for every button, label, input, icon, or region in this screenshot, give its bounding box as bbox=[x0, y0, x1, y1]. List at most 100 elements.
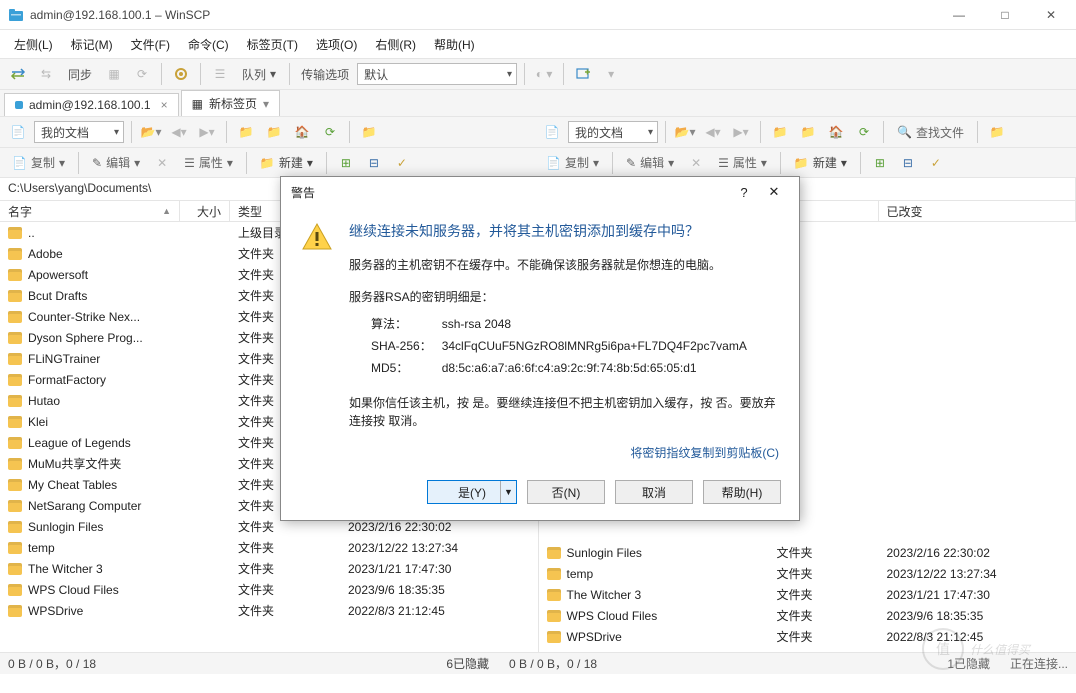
left-location-dropdown[interactable]: 我的文档 bbox=[34, 121, 124, 143]
menu-tabs[interactable]: 标签页(T) bbox=[239, 32, 306, 57]
refresh-icon[interactable]: ⟳ bbox=[318, 120, 342, 144]
table-row[interactable]: temp文件夹2023/12/22 13:27:34 bbox=[539, 563, 1076, 584]
cancel-button[interactable]: 取消 bbox=[615, 480, 693, 504]
menu-right[interactable]: 右侧(R) bbox=[367, 32, 424, 57]
compare-icon[interactable]: ▦ bbox=[102, 62, 126, 86]
yes-button[interactable]: 是(Y)▼ bbox=[427, 480, 517, 504]
sync-folder-icon[interactable]: 📁 bbox=[985, 120, 1009, 144]
menu-options[interactable]: 选项(O) bbox=[308, 32, 365, 57]
warning-dialog: 警告 ? ✕ 继续连接未知服务器，并将其主机密钥添加到缓存中吗？ 服务器的主机密… bbox=[280, 176, 800, 521]
folder-icon bbox=[547, 610, 561, 622]
copy-fingerprint-link[interactable]: 将密钥指纹复制到剪贴板(C) bbox=[349, 444, 779, 462]
col-date[interactable]: 已改变 bbox=[879, 201, 1076, 221]
maximize-button[interactable]: □ bbox=[982, 0, 1028, 30]
folder-tree-icon[interactable]: 📁 bbox=[796, 120, 820, 144]
new-button[interactable]: 📁 新建 ▾ bbox=[788, 152, 853, 173]
menu-command[interactable]: 命令(C) bbox=[180, 32, 237, 57]
find-button[interactable]: 🔍 查找文件 bbox=[891, 122, 970, 143]
page-icon[interactable]: 📄 bbox=[6, 120, 30, 144]
close-button[interactable]: ✕ bbox=[1028, 0, 1074, 30]
sync-grey-icon[interactable]: ⇆ bbox=[34, 62, 58, 86]
separator bbox=[289, 63, 290, 85]
edit-button[interactable]: ✎ 编辑 ▾ bbox=[86, 152, 146, 173]
col-name[interactable]: 名字 ▲ bbox=[0, 201, 180, 221]
monitor-icon bbox=[15, 101, 23, 109]
table-row[interactable]: WPSDrive文件夹2022/8/3 21:12:45 bbox=[539, 626, 1076, 647]
right-location-dropdown[interactable]: 我的文档 bbox=[568, 121, 658, 143]
copy-button[interactable]: 📄 复制 ▾ bbox=[6, 152, 71, 173]
folder-icon bbox=[547, 589, 561, 601]
sync-button[interactable]: 同步 bbox=[62, 64, 98, 85]
menu-left[interactable]: 左侧(L) bbox=[6, 32, 61, 57]
table-row[interactable]: WPS Cloud Files文件夹2023/9/6 18:35:35 bbox=[0, 579, 538, 600]
queue-button[interactable]: 队列 ▾ bbox=[236, 64, 282, 85]
back-icon[interactable]: ◀▾ bbox=[701, 120, 725, 144]
dialog-titlebar[interactable]: 警告 ? ✕ bbox=[281, 177, 799, 207]
sync-arrows-icon[interactable] bbox=[6, 62, 30, 86]
no-button[interactable]: 否(N) bbox=[527, 480, 605, 504]
action-bar: 📄 复制 ▾ ✎ 编辑 ▾ ✕ ☰ 属性 ▾ 📁 新建 ▾ ⊞ ⊟ ✓ 📄 复制… bbox=[0, 148, 1076, 178]
open-folder-icon[interactable]: 📂▾ bbox=[139, 120, 163, 144]
table-row[interactable]: The Witcher 3文件夹2023/1/21 17:47:30 bbox=[539, 584, 1076, 605]
refresh-icon[interactable]: ⟳ bbox=[852, 120, 876, 144]
menu-help[interactable]: 帮助(H) bbox=[426, 32, 483, 57]
warning-icon bbox=[301, 221, 333, 253]
props-button[interactable]: ☰ 属性 ▾ bbox=[712, 152, 773, 173]
table-row[interactable]: WPS Cloud Files文件夹2023/9/6 18:35:35 bbox=[539, 605, 1076, 626]
generic-icon[interactable]: ▾ bbox=[599, 62, 623, 86]
table-row[interactable]: temp文件夹2023/12/22 13:27:34 bbox=[0, 537, 538, 558]
tab-label: admin@192.168.100.1 bbox=[29, 98, 151, 112]
folder-icon bbox=[8, 416, 22, 428]
fwd-icon[interactable]: ▶▾ bbox=[729, 120, 753, 144]
page-icon[interactable]: 📄 bbox=[540, 120, 564, 144]
status-bar: 0 B / 0 B，0 / 18 6已隐藏 0 B / 0 B，0 / 18 1… bbox=[0, 652, 1076, 674]
folder-icon bbox=[8, 395, 22, 407]
menu-mark[interactable]: 标记(M) bbox=[63, 32, 121, 57]
edit-button[interactable]: ✎ 编辑 ▾ bbox=[620, 152, 680, 173]
home-icon[interactable]: 🏠 bbox=[824, 120, 848, 144]
separator bbox=[200, 63, 201, 85]
close-icon[interactable]: ✕ bbox=[759, 180, 789, 204]
session-tabs: admin@192.168.100.1 × ▦ 新标签页 ▾ bbox=[0, 90, 1076, 116]
table-row[interactable]: WPSDrive文件夹2022/8/3 21:12:45 bbox=[0, 600, 538, 621]
table-row[interactable]: The Witcher 3文件夹2023/1/21 17:47:30 bbox=[0, 558, 538, 579]
delete-icon[interactable]: ✕ bbox=[150, 151, 174, 175]
folder-icon bbox=[8, 584, 22, 596]
col-size[interactable]: 大小 bbox=[180, 201, 230, 221]
fwd-icon[interactable]: ▶▾ bbox=[195, 120, 219, 144]
transfer-mode-dropdown[interactable]: 默认 bbox=[357, 63, 517, 85]
copy-button[interactable]: 📄 复制 ▾ bbox=[540, 152, 605, 173]
toggle-icon[interactable]: ◐ ▾ bbox=[532, 62, 556, 86]
folder-icon[interactable]: 📁 bbox=[234, 120, 258, 144]
tab-session[interactable]: admin@192.168.100.1 × bbox=[4, 93, 179, 116]
open-folder-icon[interactable]: 📂▾ bbox=[673, 120, 697, 144]
minimize-button[interactable]: — bbox=[936, 0, 982, 30]
reload-icon[interactable]: ⟳ bbox=[130, 62, 154, 86]
home-icon[interactable]: 🏠 bbox=[290, 120, 314, 144]
gear-icon[interactable] bbox=[169, 62, 193, 86]
folder-icon[interactable]: 📁 bbox=[768, 120, 792, 144]
folder-tree-icon[interactable]: 📁 bbox=[262, 120, 286, 144]
newtab-icon[interactable] bbox=[571, 62, 595, 86]
new-button[interactable]: 📁 新建 ▾ bbox=[254, 152, 319, 173]
plus-icon[interactable]: ⊞ bbox=[868, 151, 892, 175]
help-icon[interactable]: ? bbox=[729, 180, 759, 204]
titlebar: admin@192.168.100.1 – WinSCP — □ ✕ bbox=[0, 0, 1076, 30]
queue-icon[interactable]: ☰ bbox=[208, 62, 232, 86]
minus-icon[interactable]: ⊟ bbox=[362, 151, 386, 175]
help-button[interactable]: 帮助(H) bbox=[703, 480, 781, 504]
tab-new[interactable]: ▦ 新标签页 ▾ bbox=[181, 90, 280, 116]
dialog-line2: 服务器RSA的密钥明细是： bbox=[349, 288, 779, 306]
table-row[interactable]: Sunlogin Files文件夹2023/2/16 22:30:02 bbox=[539, 542, 1076, 563]
back-icon[interactable]: ◀▾ bbox=[167, 120, 191, 144]
close-icon[interactable]: × bbox=[161, 98, 168, 112]
minus-icon[interactable]: ⊟ bbox=[896, 151, 920, 175]
bookmark-icon[interactable]: ✓ bbox=[390, 151, 414, 175]
props-button[interactable]: ☰ 属性 ▾ bbox=[178, 152, 239, 173]
delete-icon[interactable]: ✕ bbox=[684, 151, 708, 175]
menu-file[interactable]: 文件(F) bbox=[123, 32, 178, 57]
plus-icon[interactable]: ⊞ bbox=[334, 151, 358, 175]
status-hidden: 6已隐藏 bbox=[446, 655, 489, 672]
bookmark-icon[interactable]: ✓ bbox=[924, 151, 948, 175]
sync-folder-icon[interactable]: 📁 bbox=[357, 120, 381, 144]
